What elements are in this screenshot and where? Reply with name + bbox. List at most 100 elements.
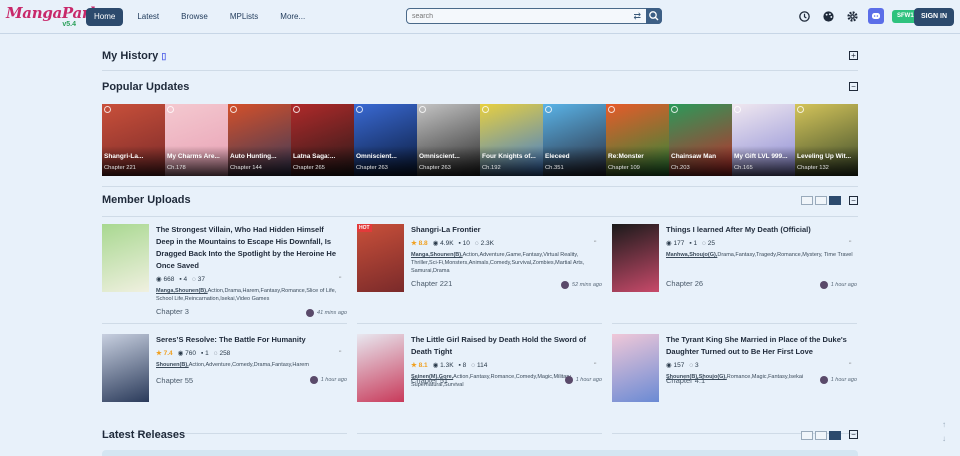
card-chapter[interactable]: Chapter 132 — [797, 165, 829, 171]
shuffle-icon[interactable]: ⇄ — [633, 11, 641, 21]
card-chapter[interactable]: Chapter 144 — [230, 165, 262, 171]
nav-home[interactable]: Home — [86, 8, 124, 26]
uploader-avatar[interactable] — [819, 376, 828, 384]
card-title[interactable]: My Charms Are... — [167, 153, 226, 160]
uploader-avatar[interactable] — [819, 281, 828, 289]
more-options-icon[interactable]: ·· — [848, 360, 852, 367]
tags-primary[interactable]: Manga,Shounen(B), — [156, 288, 208, 294]
card-title[interactable]: Chainsaw Man — [671, 153, 730, 160]
view-list-button[interactable] — [801, 431, 813, 440]
upload-title[interactable]: The Strongest Villain, Who Had Hidden Hi… — [156, 224, 342, 272]
popular-card[interactable]: My Charms Are... Ch.178 — [165, 104, 228, 176]
search-input[interactable] — [412, 10, 627, 22]
card-title[interactable]: Leveling Up Wit... — [797, 153, 856, 160]
card-chapter[interactable]: Ch.165 — [734, 165, 753, 171]
card-title[interactable]: Re:Monster — [608, 153, 667, 160]
chapter-link[interactable]: Chapter 55 — [156, 376, 193, 385]
card-title[interactable]: Shangri-La... — [104, 153, 163, 160]
popular-card[interactable]: Latna Saga:... Chapter 265 — [291, 104, 354, 176]
scroll-down-icon[interactable]: ↓ — [938, 432, 950, 446]
popular-card[interactable]: Four Knights of... Ch.192 — [480, 104, 543, 176]
popular-card[interactable]: Omniscient... Chapter 263 — [417, 104, 480, 176]
card-chapter[interactable]: Ch.192 — [482, 165, 501, 171]
chapter-link[interactable]: Chapter 221 — [411, 279, 452, 288]
cover-image[interactable] — [357, 334, 404, 402]
popular-card[interactable]: My Gift LVL 999... Ch.165 — [732, 104, 795, 176]
card-title[interactable]: Omniscient... — [419, 153, 478, 160]
more-options-icon[interactable]: ·· — [848, 238, 852, 245]
site-logo[interactable]: MangaPark v5.4 — [6, 4, 100, 30]
card-title[interactable]: My Gift LVL 999... — [734, 153, 793, 160]
cover-image[interactable] — [612, 334, 659, 402]
view-grid-button[interactable] — [815, 431, 827, 440]
popular-card[interactable]: Re:Monster Chapter 109 — [606, 104, 669, 176]
popular-card[interactable]: Eleceed Ch.351 — [543, 104, 606, 176]
card-chapter[interactable]: Chapter 263 — [356, 165, 388, 171]
scroll-up-icon[interactable]: ↑ — [938, 418, 950, 432]
uploader-avatar[interactable] — [564, 376, 573, 384]
search-button[interactable] — [646, 8, 662, 24]
upload-title[interactable]: Things I learned After My Death (Officia… — [666, 224, 852, 236]
card-chapter[interactable]: Chapter 265 — [293, 165, 325, 171]
card-chapter[interactable]: Ch.351 — [545, 165, 564, 171]
nav-browse[interactable]: Browse — [173, 8, 216, 26]
nav-mplists[interactable]: MPLists — [222, 8, 266, 26]
genre-tags: Shounen(B),Action,Adventure,Comedy,Drama… — [156, 361, 348, 369]
palette-icon[interactable] — [820, 8, 836, 24]
popular-card[interactable]: Shangri-La... Chapter 221 — [102, 104, 165, 176]
upload-title[interactable]: The Little Girl Raised by Death Hold the… — [411, 334, 597, 358]
tags-primary[interactable]: Shounen(B), — [156, 362, 189, 368]
cover-image[interactable]: HOT — [357, 224, 404, 292]
uploader-avatar[interactable] — [561, 281, 570, 289]
card-title[interactable]: Auto Hunting... — [230, 153, 289, 160]
card-title[interactable]: Latna Saga:... — [293, 153, 352, 160]
card-chapter[interactable]: Chapter 109 — [608, 165, 640, 171]
tags-secondary[interactable]: Action,Adventure,Comedy,Drama,Fantasy,Ha… — [189, 362, 309, 368]
more-options-icon[interactable]: ·· — [593, 238, 597, 245]
chapter-link[interactable]: Chapter 3 — [156, 307, 189, 316]
gear-icon[interactable] — [844, 8, 860, 24]
uploader-avatar[interactable] — [306, 309, 315, 317]
card-chapter[interactable]: Chapter 221 — [104, 165, 136, 171]
nav-latest[interactable]: Latest — [129, 8, 167, 26]
card-title[interactable]: Four Knights of... — [482, 153, 541, 160]
more-options-icon[interactable]: ·· — [338, 274, 342, 281]
chapter-link[interactable]: Chapter 51 — [411, 376, 448, 385]
discord-icon[interactable] — [868, 8, 884, 24]
popular-card[interactable]: Auto Hunting... Chapter 144 — [228, 104, 291, 176]
tags-primary[interactable]: Manga,Shounen(B), — [411, 252, 463, 258]
popular-card[interactable]: Chainsaw Man Ch.203 — [669, 104, 732, 176]
tags-secondary[interactable]: Romance,Magic,Fantasy,Isekai — [727, 374, 803, 380]
upload-title[interactable]: Seres’S Resolve: The Battle For Humanity — [156, 334, 342, 346]
popular-card[interactable]: Omniscient... Chapter 263 — [354, 104, 417, 176]
cover-image[interactable] — [102, 224, 149, 292]
chapter-link[interactable]: Chapter 4.1 — [666, 376, 705, 385]
popular-toggle[interactable]: − — [849, 82, 858, 91]
latest-toggle[interactable]: − — [849, 430, 858, 439]
view-detail-button[interactable] — [829, 431, 841, 440]
nav-more[interactable]: More... — [272, 8, 313, 26]
member-toggle[interactable]: − — [849, 196, 858, 205]
card-chapter[interactable]: Ch.203 — [671, 165, 690, 171]
more-options-icon[interactable]: ·· — [593, 360, 597, 367]
uploader-avatar[interactable] — [309, 376, 318, 384]
cover-image[interactable] — [102, 334, 149, 402]
history-toggle[interactable]: + — [849, 51, 858, 60]
cover-image[interactable] — [612, 224, 659, 292]
popular-card[interactable]: Leveling Up Wit... Chapter 132 — [795, 104, 858, 176]
tags-secondary[interactable]: Drama,Fantasy,Tragedy,Romance,Mystery, T… — [717, 252, 852, 258]
card-title[interactable]: Eleceed — [545, 153, 604, 160]
sign-in-button[interactable]: SIGN IN — [914, 8, 954, 26]
view-grid-button[interactable] — [815, 196, 827, 205]
upload-title[interactable]: The Tyrant King She Married in Place of … — [666, 334, 852, 358]
tags-primary[interactable]: Manhwa,Shoujo(G), — [666, 252, 717, 258]
upload-title[interactable]: Shangri-La Frontier — [411, 224, 597, 236]
history-icon[interactable] — [796, 8, 812, 24]
more-options-icon[interactable]: ·· — [338, 348, 342, 355]
chapter-link[interactable]: Chapter 26 — [666, 279, 703, 288]
view-list-button[interactable] — [801, 196, 813, 205]
card-chapter[interactable]: Ch.178 — [167, 165, 186, 171]
view-detail-button[interactable] — [829, 196, 841, 205]
card-chapter[interactable]: Chapter 263 — [419, 165, 451, 171]
card-title[interactable]: Omniscient... — [356, 153, 415, 160]
